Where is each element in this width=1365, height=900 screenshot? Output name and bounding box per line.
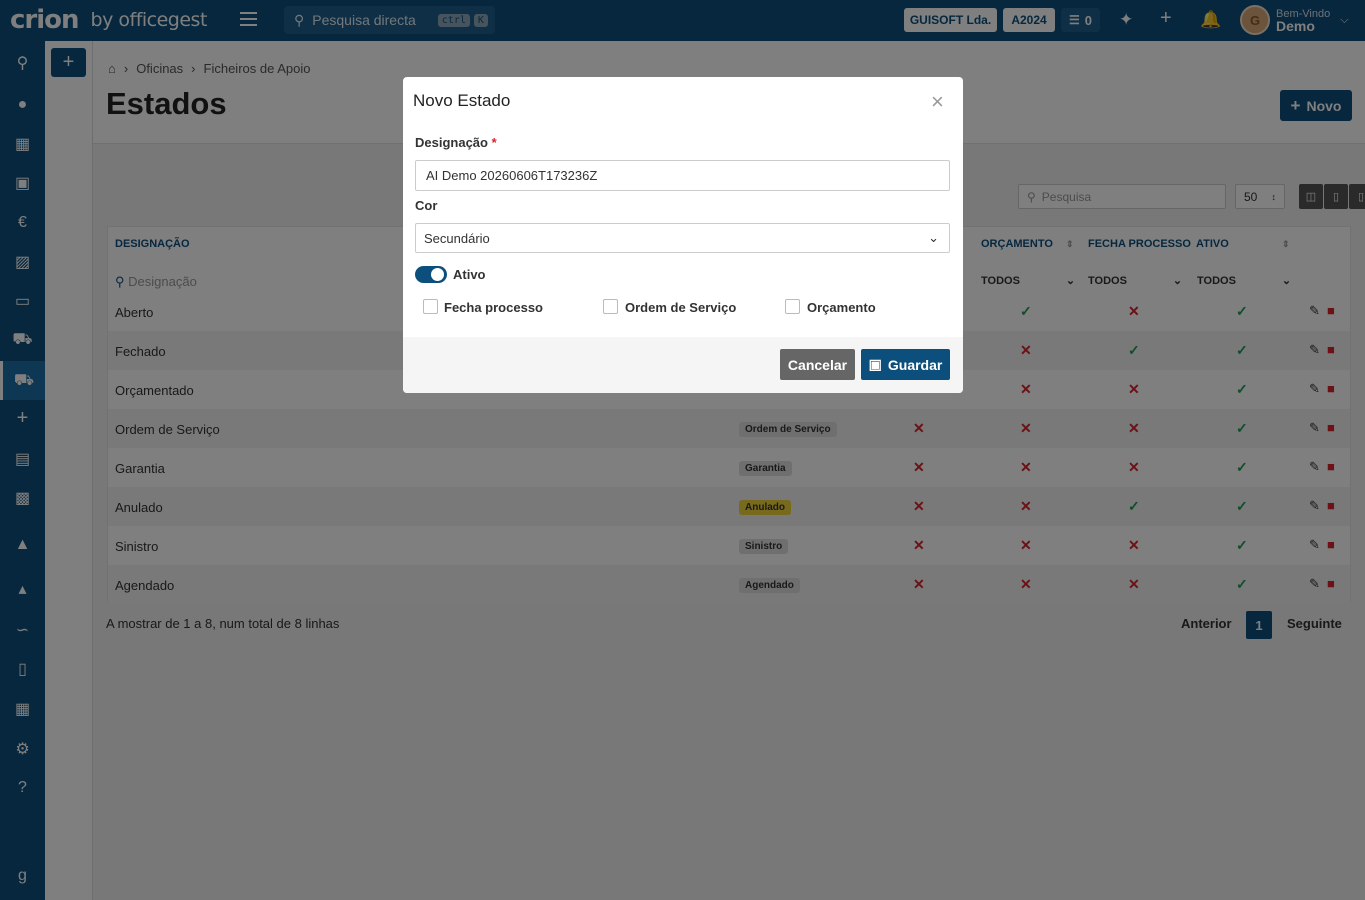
orcamento-checkbox[interactable] [785, 299, 800, 314]
cancel-button[interactable]: Cancelar [780, 349, 855, 380]
dialog-footer: Cancelar ▣ Guardar [403, 337, 963, 393]
ordem-servico-label: Ordem de Serviço [625, 300, 737, 315]
ativo-label: Ativo [453, 267, 486, 282]
orcamento-label: Orçamento [807, 300, 876, 315]
ordem-servico-checkbox[interactable] [603, 299, 618, 314]
fecha-processo-label: Fecha processo [444, 300, 543, 315]
chevron-down-icon: ⌄ [928, 230, 939, 245]
cor-select[interactable]: Secundário ⌄ [415, 223, 950, 253]
designacao-input[interactable]: AI Demo 20260606T173236Z [415, 160, 950, 191]
ativo-toggle[interactable] [415, 266, 447, 283]
designacao-label: Designação * [415, 135, 497, 150]
close-icon[interactable]: × [931, 89, 944, 115]
dialog-title: Novo Estado [413, 91, 511, 110]
new-state-dialog: Novo Estado × Designação * AI Demo 20260… [403, 77, 963, 393]
floppy-icon: ▣ [868, 356, 882, 372]
fecha-processo-checkbox[interactable] [423, 299, 438, 314]
cor-label: Cor [415, 198, 438, 213]
save-button[interactable]: ▣ Guardar [861, 349, 950, 380]
